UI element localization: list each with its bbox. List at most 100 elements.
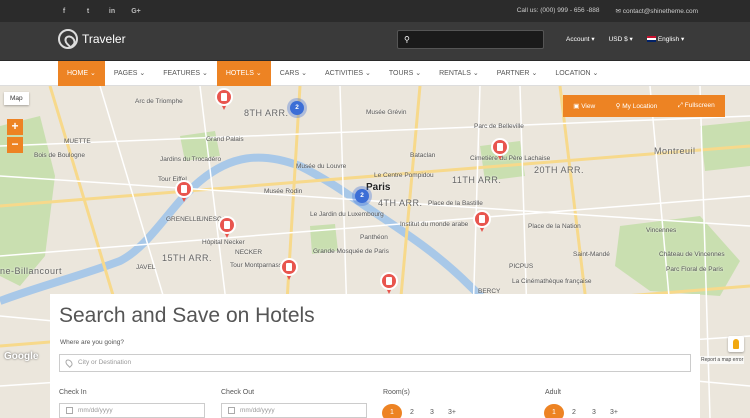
my-location-button[interactable]: ⚲ My Location [616,102,658,110]
map-label: Musée Rodin [264,188,303,195]
nav-item-cars[interactable]: CARS ⌄ [271,61,316,86]
nav-item-home[interactable]: HOME ⌄ [58,61,105,86]
nav-item-activities[interactable]: ACTIVITIES ⌄ [316,61,380,86]
nav-label: HOME [67,70,88,77]
language-dropdown[interactable]: English ▾ [646,35,685,43]
facebook-icon[interactable]: f [52,8,76,15]
adult-option[interactable]: 1 [544,404,564,418]
map-label: Panthéon [360,234,388,241]
rooms-option[interactable]: 1 [382,404,402,418]
map-label: NECKER [235,249,263,256]
hotel-map-pin[interactable] [380,272,398,294]
nav-item-hotels[interactable]: HOTELS ⌄ [216,61,271,86]
logo[interactable]: Traveler [58,29,126,49]
map-label: La Cinémathèque française [512,278,592,285]
adult-option[interactable]: 2 [564,404,584,418]
map-cluster-marker[interactable]: 2 [355,189,369,203]
twitter-icon[interactable]: t [76,8,100,15]
map-label: Jardins du Trocadéro [160,156,222,163]
hotel-map-pin[interactable] [215,88,233,110]
hotel-map-pin[interactable] [218,216,236,238]
adult-label: Adult [545,389,561,396]
chevron-down-icon: ▾ [680,36,685,43]
map-label: Le Centre Pompidou [374,172,434,179]
nav-label: FEATURES [163,70,201,77]
checkin-input[interactable]: mm/dd/yyyy [59,403,205,418]
checkout-placeholder: mm/dd/yyyy [240,407,275,414]
destination-placeholder: City or Destination [78,359,132,366]
hotel-map-pin[interactable] [473,210,491,232]
map-label: Grande Mosquée de Paris [313,248,389,255]
hotel-icon [280,258,298,276]
nav-item-features[interactable]: FEATURES ⌄ [154,61,217,86]
rooms-option[interactable]: 2 [402,404,422,418]
destination-label: Where are you going? [60,339,124,346]
search-icon[interactable]: ⚲ [404,35,410,44]
chevron-down-icon: ▾ [629,36,633,43]
adult-option[interactable]: 3+ [604,404,624,418]
nav-item-partner[interactable]: PARTNER ⌄ [488,61,547,86]
map-actions: ▣ View ⚲ My Location ⤢ Fullscreen [563,95,725,117]
map-label: Montreuil [654,146,696,156]
google-logo: Google [4,351,39,362]
map-label: MUETTE [64,138,91,145]
nav-label: RENTALS [439,70,471,77]
destination-input[interactable]: City or Destination [59,354,691,372]
calendar-icon [66,407,73,414]
email-link[interactable]: ✉ contact@shinetheme.com [615,7,698,15]
zoom-out-button[interactable]: − [7,137,23,153]
hotel-map-pin[interactable] [491,138,509,160]
map-label: Château de Vincennes [659,251,725,258]
map-label: Parc Floral de Paris [666,266,724,273]
map-label: JAVEL [136,264,156,271]
nav-item-tours[interactable]: TOURS ⌄ [380,61,430,86]
map-type-tab[interactable]: Map [4,92,29,105]
fullscreen-button[interactable]: ⤢ Fullscreen [678,102,715,110]
adult-option[interactable]: 3 [584,404,604,418]
account-dropdown[interactable]: Account ▾ [566,35,595,43]
google-plus-icon[interactable]: G+ [124,8,148,15]
rooms-option[interactable]: 3 [422,404,442,418]
checkout-label: Check Out [221,389,255,396]
street-view-pegman-icon[interactable] [728,336,744,352]
rooms-label: Room(s) [383,389,410,396]
logo-icon [58,29,78,49]
hotel-search-panel: Search and Save on Hotels Where are you … [50,294,700,418]
header-search-input[interactable]: ⚲ [397,30,544,49]
hotel-map-pin[interactable] [280,258,298,280]
map-label: 8TH ARR. [244,108,289,118]
zoom-in-button[interactable]: + [7,119,23,135]
nav-label: TOURS [388,70,414,77]
nav-label: HOTELS [225,70,254,77]
hotel-icon [473,210,491,228]
map-label: Grand Palais [206,136,244,143]
header-menu: Account ▾ USD $ ▾ English ▾ [566,35,684,43]
map-label: Bataclan [410,152,436,159]
hotel-map-pin[interactable] [175,180,193,202]
nav-item-rentals[interactable]: RENTALS ⌄ [430,61,488,86]
contact-info: Call us: (000) 999 - 656 -888 ✉ contact@… [517,7,698,15]
currency-dropdown[interactable]: USD $ ▾ [609,35,633,43]
hotel-icon [215,88,233,106]
nav-item-location[interactable]: LOCATION ⌄ [546,61,607,86]
rooms-selector: 1 2 3 3+ [382,404,462,418]
checkin-label: Check In [59,389,87,396]
account-label: Account [566,36,590,43]
map-label: Paris [366,182,391,193]
nav-label: ACTIVITIES [324,70,364,77]
linkedin-icon[interactable]: in [100,8,124,15]
map-cluster-marker[interactable]: 2 [290,101,304,115]
adult-selector: 1 2 3 3+ [544,404,624,418]
map-label: PICPUS [509,263,534,270]
social-links: f t in G+ [52,8,148,15]
view-button[interactable]: ▣ View [573,102,595,110]
map-label: Musée du Louvre [296,163,347,170]
map-label: 15TH ARR. [162,253,213,263]
my-location-label: My Location [622,103,658,110]
map-label: Institut du monde arabe [400,221,469,228]
phone-text: Call us: (000) 999 - 656 -888 [516,7,600,14]
report-map-error-link[interactable]: Report a map error [700,356,745,364]
rooms-option[interactable]: 3+ [442,404,462,418]
nav-item-pages[interactable]: PAGES ⌄ [105,61,154,86]
checkout-input[interactable]: mm/dd/yyyy [221,403,367,418]
